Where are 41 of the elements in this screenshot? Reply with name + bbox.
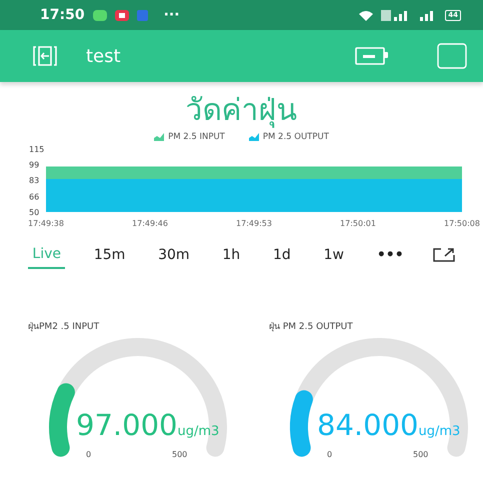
period-tab[interactable]: 1d: [269, 242, 295, 268]
expand-icon[interactable]: [432, 248, 454, 262]
device-icon[interactable]: [355, 46, 389, 66]
y-tick-label: 99: [29, 160, 40, 170]
legend-label: PM 2.5 OUTPUT: [262, 131, 329, 144]
legend-icon: [154, 133, 164, 142]
gauge-label: ฝุ่น PM 2.5 OUTPUT: [268, 320, 354, 334]
x-tick-label: 17:49:53: [236, 218, 272, 228]
status-time: 17:50: [40, 6, 85, 24]
y-tick-label: 115: [29, 144, 44, 154]
more-notifications: ···: [164, 6, 180, 24]
legend-icon: [248, 133, 259, 142]
gauge-value: 84.000 ug/m3: [317, 408, 460, 442]
chat-app-icon: [92, 10, 107, 20]
more-button[interactable]: •••: [372, 242, 408, 268]
social-app-icon: [136, 10, 148, 20]
wifi-icon: [359, 10, 374, 20]
gauge-max: 500: [172, 450, 188, 459]
gauge-min: 0: [86, 450, 92, 459]
x-tick-label: 17:50:01: [340, 218, 376, 228]
x-tick-label: 17:49:46: [132, 218, 168, 228]
gauge-max: 500: [413, 450, 428, 459]
period-tab[interactable]: 1h: [218, 242, 244, 268]
gauge-value: 97.000 ug/m3: [76, 408, 220, 442]
y-tick-label: 50: [29, 208, 40, 217]
period-tab[interactable]: 1w: [320, 242, 348, 268]
legend-label: PM 2.5 INPUT: [168, 131, 225, 144]
period-tab[interactable]: 15m: [90, 242, 130, 268]
signal-icon: [381, 10, 410, 20]
x-tick-label: 17:49:38: [28, 218, 64, 228]
gauge-label: ฝุ่นPM2 .5 INPUT: [27, 320, 100, 334]
play-app-icon: [114, 10, 129, 20]
y-tick-label: 66: [29, 192, 40, 202]
chart-title: วัดค่าฝุ่น: [186, 96, 298, 126]
period-tab[interactable]: 30m: [154, 242, 194, 268]
x-tick-label: 17:50:08: [444, 218, 480, 228]
y-tick-label: 83: [29, 176, 40, 185]
back-icon[interactable]: [32, 45, 58, 67]
gauge-min: 0: [327, 450, 332, 459]
app-title: test: [86, 44, 121, 68]
square-icon[interactable]: [437, 43, 467, 69]
